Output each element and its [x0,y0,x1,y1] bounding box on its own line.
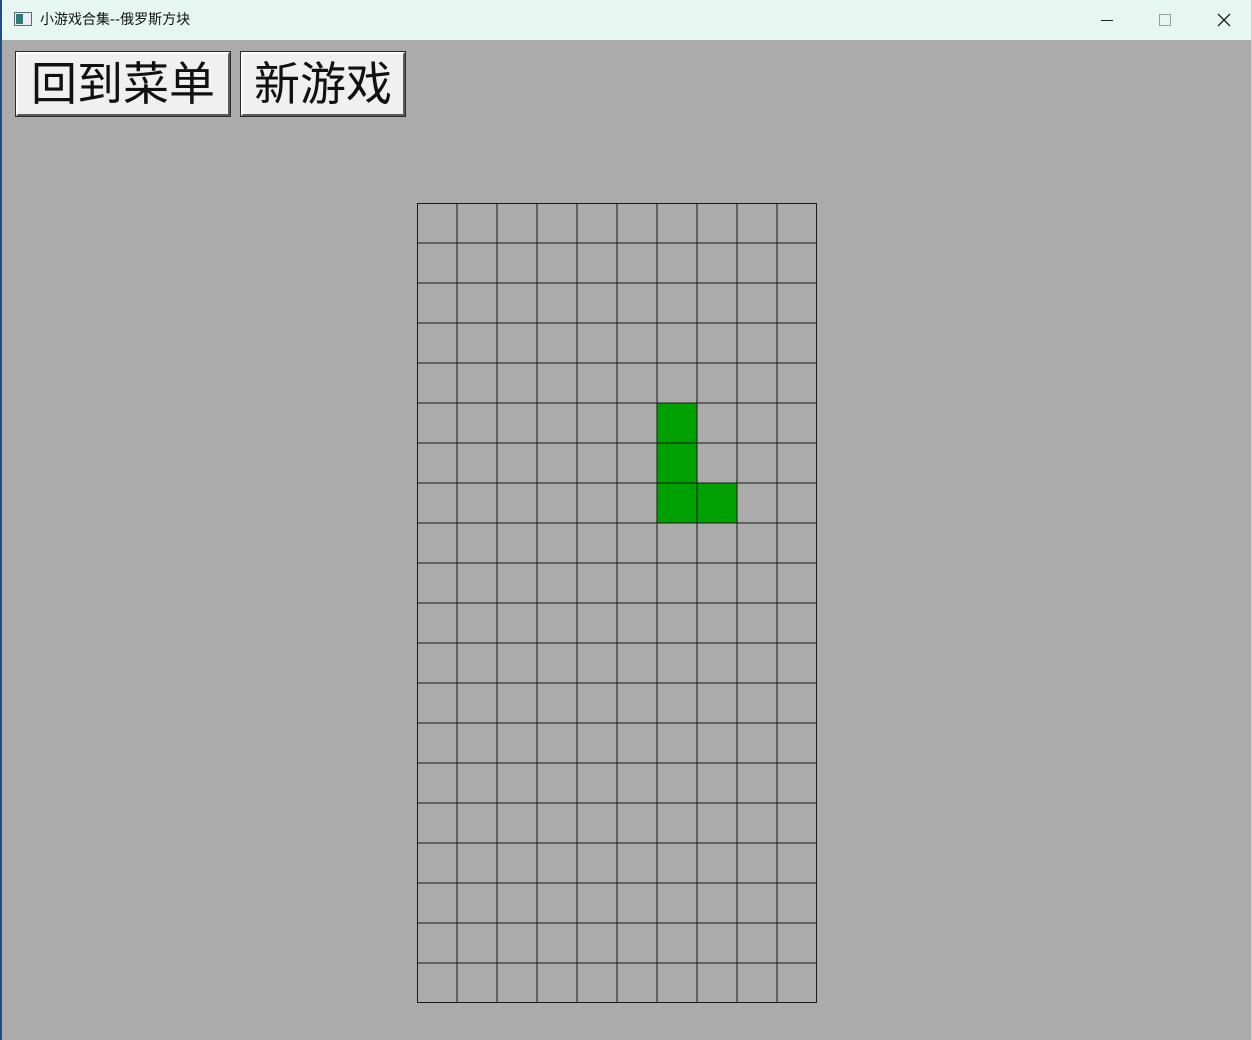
app-icon [14,12,32,26]
close-button[interactable] [1195,0,1252,40]
close-icon [1217,13,1231,27]
title-bar[interactable]: 小游戏合集--俄罗斯方块 [2,0,1251,40]
piece-block [657,483,697,523]
tetris-board [417,203,817,1003]
piece-block [657,443,697,483]
maximize-icon [1159,14,1171,26]
minimize-icon [1101,20,1113,21]
minimize-button[interactable] [1078,0,1136,40]
window-title: 小游戏合集--俄罗斯方块 [40,12,191,28]
maximize-button[interactable] [1136,0,1194,40]
piece-block [697,483,737,523]
board-grid [417,203,817,1003]
back-to-menu-button[interactable]: 回到菜单 [16,52,230,116]
piece-block [657,403,697,443]
game-window: 小游戏合集--俄罗斯方块 回到菜单 新游戏 [0,0,1252,1040]
new-game-button[interactable]: 新游戏 [241,52,405,116]
